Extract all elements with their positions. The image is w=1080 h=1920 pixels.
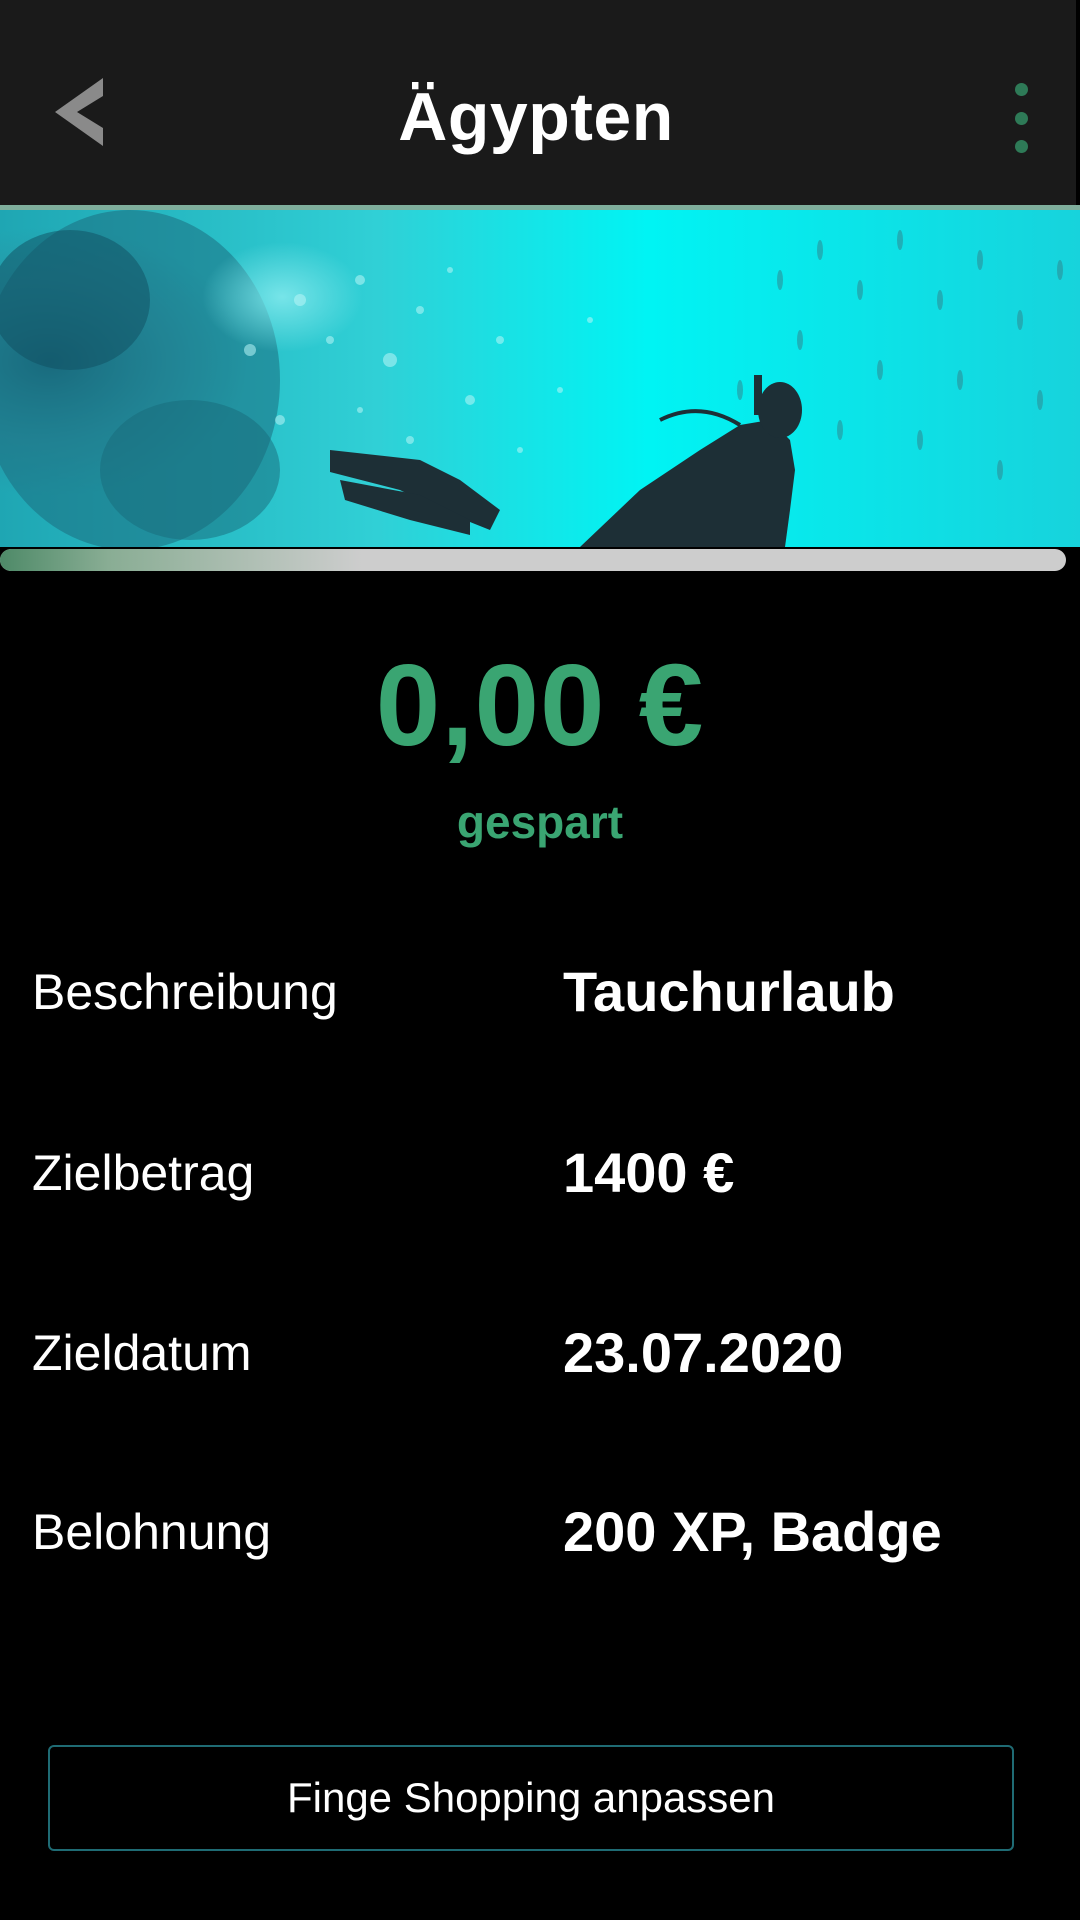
app-bar: Ägypten bbox=[0, 0, 1078, 205]
saved-amount: 0,00 € bbox=[375, 640, 705, 770]
detail-row-target-amount: Zielbetrag 1400 € bbox=[0, 1133, 1080, 1213]
saved-amount-label: gespart bbox=[456, 796, 624, 848]
more-vertical-icon bbox=[1014, 83, 1028, 96]
detail-value: 23.07.2020 bbox=[563, 1321, 844, 1384]
more-vertical-icon-dot bbox=[1014, 140, 1028, 153]
page-title: Ägypten bbox=[398, 79, 674, 155]
chevron-left-icon bbox=[55, 78, 103, 146]
detail-label: Zieldatum bbox=[32, 1325, 252, 1381]
underwater-scuba-diver-photo bbox=[0, 210, 1080, 547]
goal-cover-image bbox=[0, 210, 1080, 547]
detail-label: Zielbetrag bbox=[32, 1145, 255, 1201]
detail-row-target-date: Zieldatum 23.07.2020 bbox=[0, 1313, 1080, 1393]
more-vertical-icon-dot bbox=[1014, 111, 1028, 125]
savings-progress-bar bbox=[0, 549, 1066, 571]
goal-detail-screen: Ägypten 0,00 € gespart Beschreibung Tauc… bbox=[0, 0, 1080, 1920]
savings-progress-fill bbox=[0, 549, 363, 571]
detail-label: Beschreibung bbox=[32, 964, 338, 1020]
detail-value: 200 XP, Badge bbox=[563, 1500, 942, 1563]
detail-row-reward: Belohnung 200 XP, Badge bbox=[0, 1492, 1080, 1572]
edit-goal-button[interactable]: Finge Shopping anpassen bbox=[48, 1745, 1014, 1851]
detail-value: 1400 € bbox=[563, 1141, 735, 1204]
detail-row-description: Beschreibung Tauchurlaub bbox=[0, 952, 1080, 1032]
more-options-button[interactable] bbox=[996, 78, 1046, 158]
detail-label: Belohnung bbox=[32, 1504, 272, 1560]
detail-value: Tauchurlaub bbox=[563, 960, 895, 1023]
back-button[interactable] bbox=[44, 72, 114, 152]
